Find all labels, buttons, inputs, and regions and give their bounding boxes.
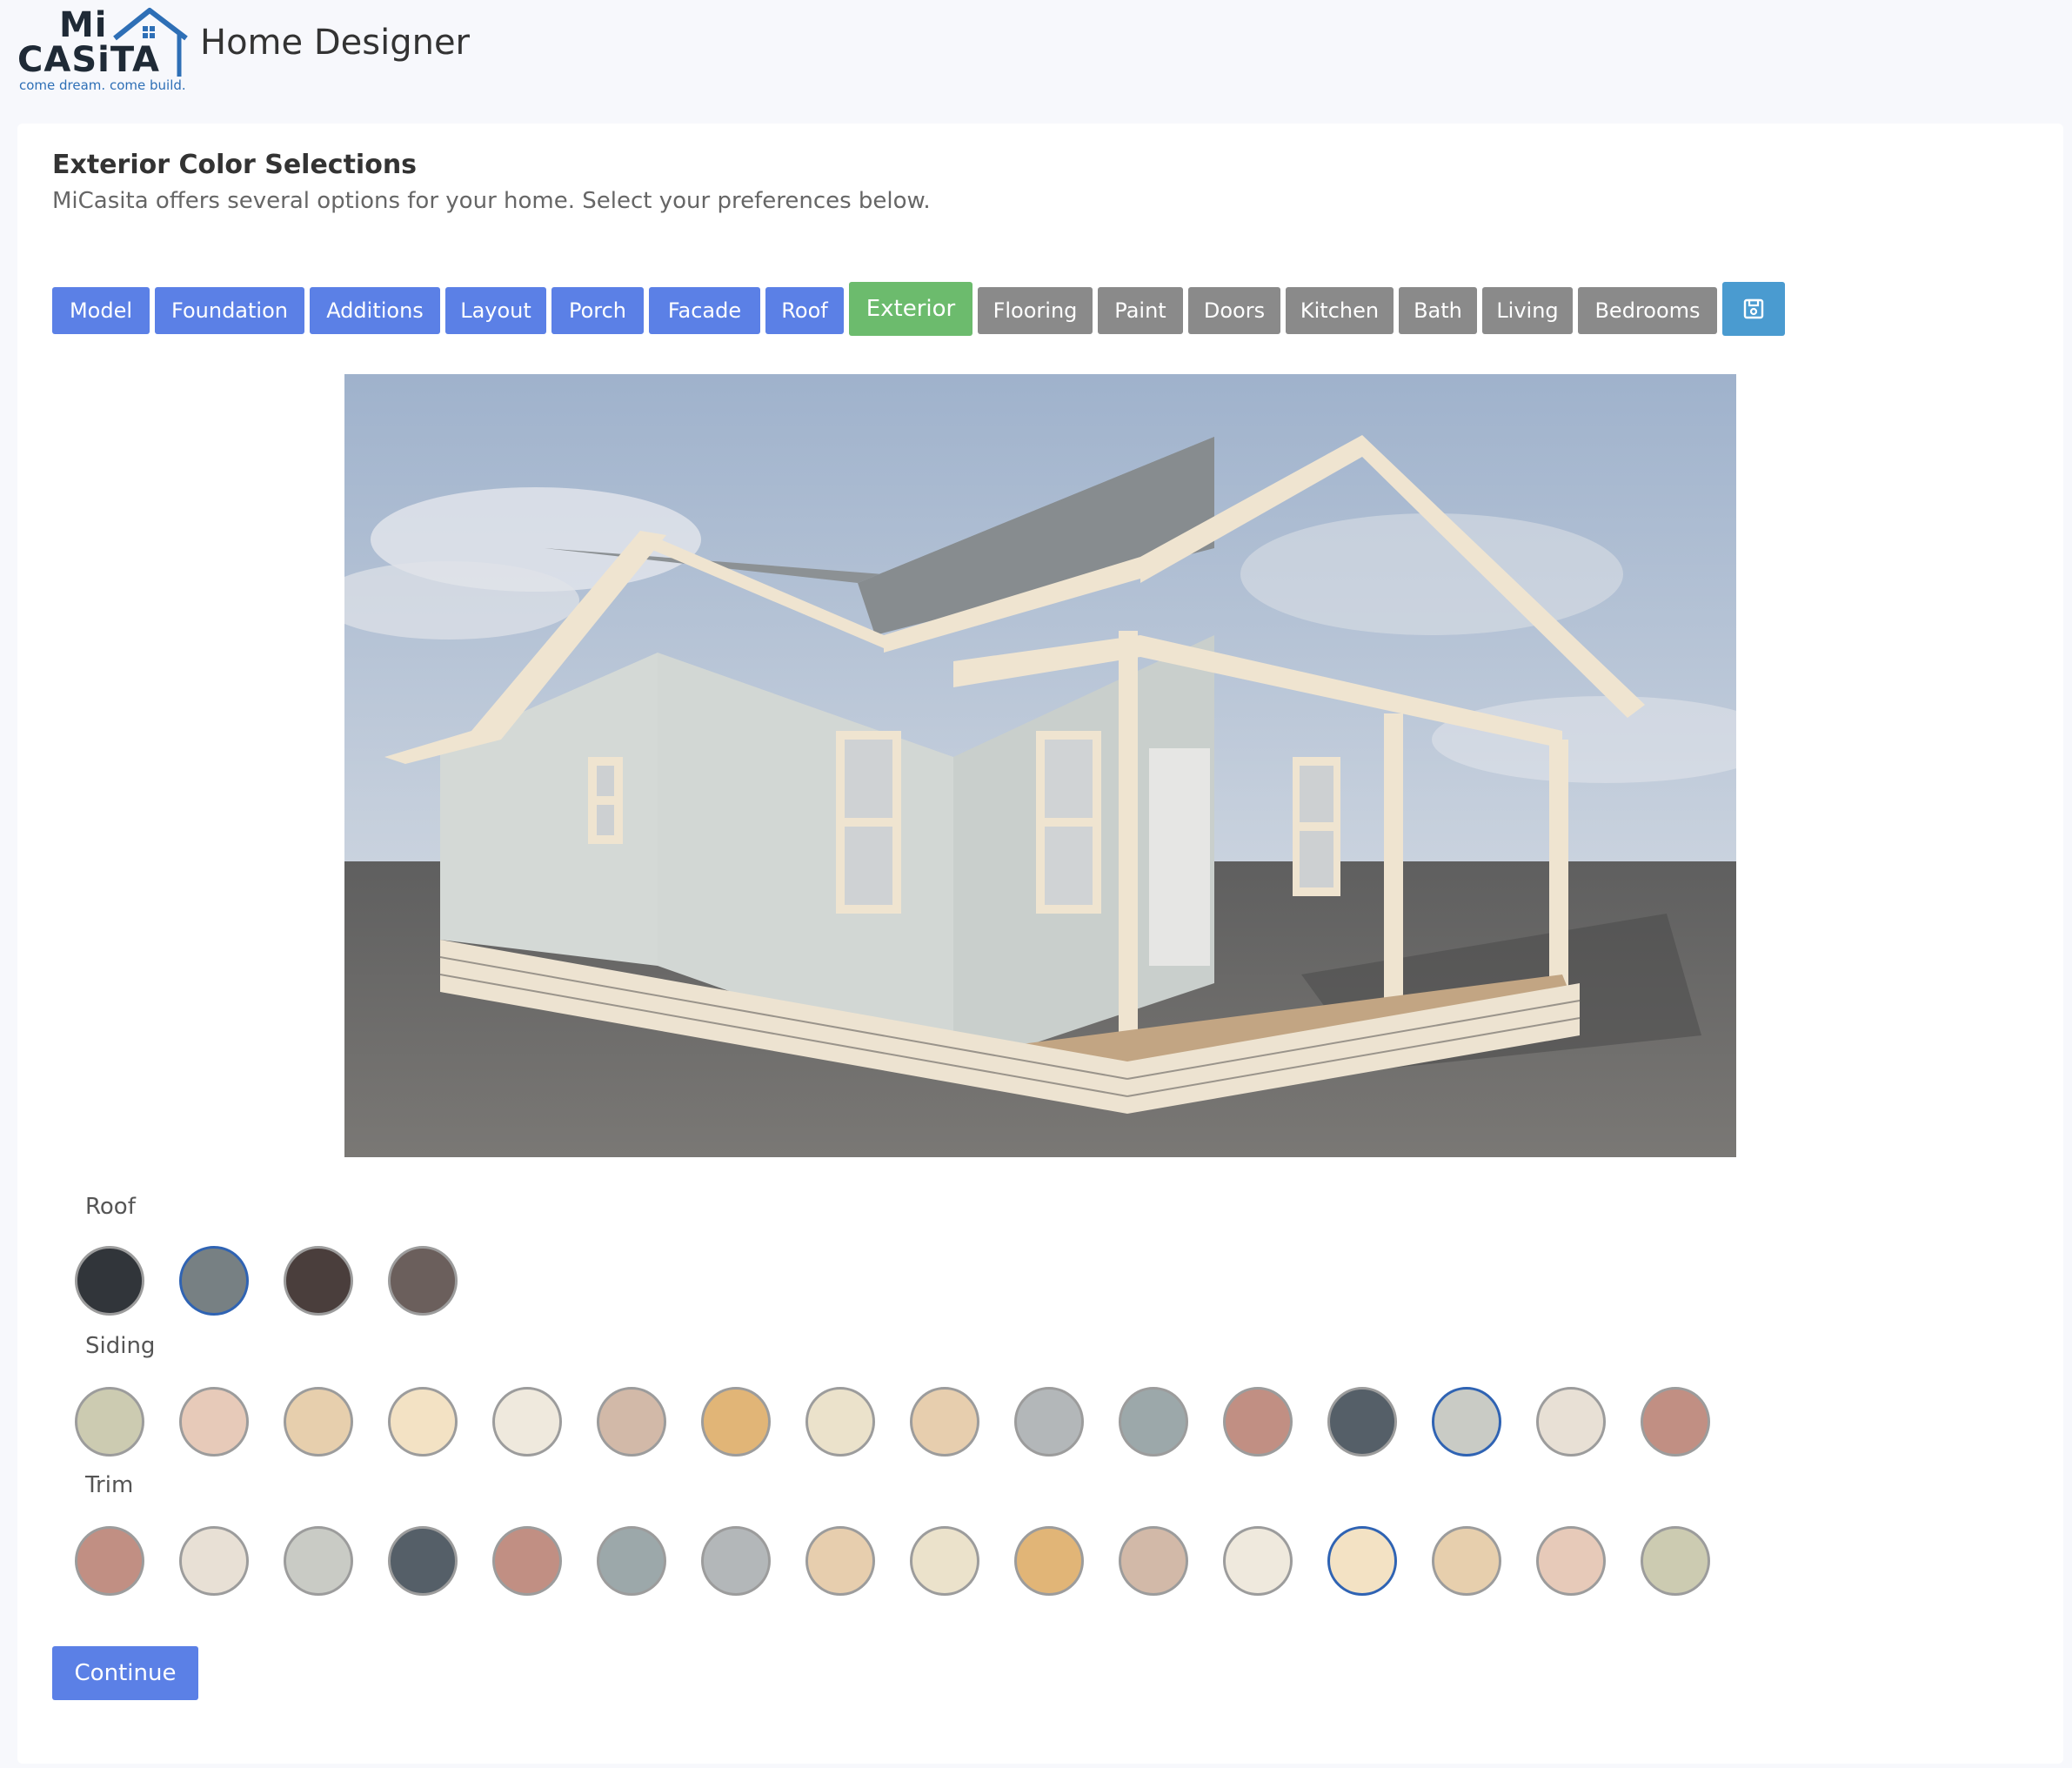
tab-layout[interactable]: Layout bbox=[445, 287, 546, 334]
roof-color-swatch[interactable] bbox=[179, 1246, 249, 1316]
siding-color-swatch[interactable] bbox=[910, 1387, 979, 1457]
siding-color-swatch[interactable] bbox=[1536, 1387, 1606, 1457]
trim-color-swatch[interactable] bbox=[284, 1526, 353, 1596]
tab-additions[interactable]: Additions bbox=[310, 287, 440, 334]
siding-color-swatch[interactable] bbox=[597, 1387, 666, 1457]
tab-paint[interactable]: Paint bbox=[1098, 287, 1183, 334]
siding-color-swatch[interactable] bbox=[805, 1387, 875, 1457]
trim-color-swatch[interactable] bbox=[701, 1526, 771, 1596]
floppy-disk-icon bbox=[1743, 298, 1764, 319]
siding-color-swatch[interactable] bbox=[1641, 1387, 1710, 1457]
micasita-logo[interactable]: Mi CASiTA come dream. come build. bbox=[17, 5, 191, 96]
siding-color-swatch[interactable] bbox=[179, 1387, 249, 1457]
trim-color-swatch[interactable] bbox=[492, 1526, 562, 1596]
trim-color-swatch[interactable] bbox=[1536, 1526, 1606, 1596]
tab-roof[interactable]: Roof bbox=[765, 287, 844, 334]
tab-doors[interactable]: Doors bbox=[1188, 287, 1280, 334]
app-title: Home Designer bbox=[200, 23, 470, 63]
siding-color-swatch[interactable] bbox=[1432, 1387, 1501, 1457]
app-header: Mi CASiTA come dream. come build. Home D… bbox=[0, 0, 2072, 122]
siding-color-swatch[interactable] bbox=[701, 1387, 771, 1457]
trim-color-swatch[interactable] bbox=[1119, 1526, 1188, 1596]
house-preview-image bbox=[344, 374, 1736, 1157]
siding-color-swatch[interactable] bbox=[492, 1387, 562, 1457]
siding-color-swatch[interactable] bbox=[1119, 1387, 1188, 1457]
trim-color-swatch[interactable] bbox=[388, 1526, 458, 1596]
tab-living[interactable]: Living bbox=[1482, 287, 1573, 334]
roof-color-swatch[interactable] bbox=[388, 1246, 458, 1316]
trim-color-swatch[interactable] bbox=[1014, 1526, 1084, 1596]
exterior-selection-card: Exterior Color Selections MiCasita offer… bbox=[17, 124, 2063, 1764]
tab-porch[interactable]: Porch bbox=[551, 287, 644, 334]
siding-color-swatch[interactable] bbox=[388, 1387, 458, 1457]
continue-button[interactable]: Continue bbox=[52, 1646, 198, 1700]
siding-color-swatch[interactable] bbox=[1327, 1387, 1397, 1457]
trim-color-swatch[interactable] bbox=[1432, 1526, 1501, 1596]
tab-exterior[interactable]: Exterior bbox=[849, 282, 973, 336]
tab-kitchen[interactable]: Kitchen bbox=[1286, 287, 1394, 334]
roof-color-swatch[interactable] bbox=[284, 1246, 353, 1316]
trim-color-swatch[interactable] bbox=[910, 1526, 979, 1596]
tab-model[interactable]: Model bbox=[52, 287, 150, 334]
trim-color-swatch[interactable] bbox=[179, 1526, 249, 1596]
trim-color-swatch[interactable] bbox=[805, 1526, 875, 1596]
trim-color-swatch[interactable] bbox=[1327, 1526, 1397, 1596]
siding-color-label: Siding bbox=[85, 1333, 156, 1359]
logo-tagline: come dream. come build. bbox=[19, 77, 186, 93]
trim-color-swatch[interactable] bbox=[75, 1526, 144, 1596]
roof-color-swatch[interactable] bbox=[75, 1246, 144, 1316]
trim-color-swatch[interactable] bbox=[1223, 1526, 1293, 1596]
tab-facade[interactable]: Facade bbox=[649, 287, 760, 334]
tab-bedrooms[interactable]: Bedrooms bbox=[1578, 287, 1717, 334]
trim-color-swatch[interactable] bbox=[597, 1526, 666, 1596]
trim-color-swatch[interactable] bbox=[1641, 1526, 1710, 1596]
siding-color-swatch[interactable] bbox=[75, 1387, 144, 1457]
house-roof-icon bbox=[113, 8, 188, 77]
siding-color-swatch[interactable] bbox=[1223, 1387, 1293, 1457]
tab-flooring[interactable]: Flooring bbox=[978, 287, 1093, 334]
section-title: Exterior Color Selections bbox=[52, 150, 418, 180]
tab-bath[interactable]: Bath bbox=[1399, 287, 1477, 334]
roof-color-label: Roof bbox=[85, 1194, 136, 1220]
siding-color-swatch[interactable] bbox=[284, 1387, 353, 1457]
section-subtitle: MiCasita offers several options for your… bbox=[52, 188, 931, 214]
tab-foundation[interactable]: Foundation bbox=[155, 287, 304, 334]
siding-color-swatch[interactable] bbox=[1014, 1387, 1084, 1457]
trim-color-label: Trim bbox=[85, 1472, 134, 1498]
save-button[interactable] bbox=[1722, 282, 1785, 336]
